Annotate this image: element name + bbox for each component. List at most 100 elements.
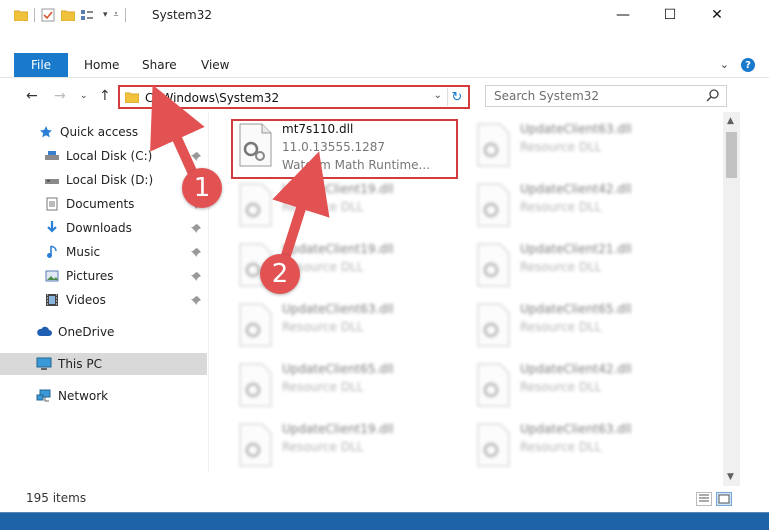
expand-ribbon-icon[interactable]: ⌄ (720, 58, 729, 71)
callout-step-2: 2 (260, 254, 300, 294)
pin-icon[interactable] (191, 295, 201, 309)
file-tile[interactable]: UpdateClient19.dll Resource DLL (234, 178, 464, 236)
sidebar-item-label: Music (66, 245, 101, 259)
pictures-icon (44, 268, 60, 284)
file-name: UpdateClient19.dll (282, 422, 394, 436)
sidebar-item-local-disk-c[interactable]: Local Disk (C:) (0, 145, 207, 167)
sidebar-item-local-disk-d[interactable]: Local Disk (D:) (0, 169, 207, 191)
pin-icon[interactable] (191, 247, 201, 261)
file-name: UpdateClient63.dll (520, 422, 632, 436)
properties-icon[interactable] (41, 8, 55, 22)
large-icons-view-icon[interactable] (716, 492, 732, 506)
tab-file[interactable]: File (14, 53, 68, 77)
file-type: Resource DLL (520, 440, 602, 454)
document-icon (44, 196, 60, 212)
file-tile[interactable]: UpdateClient63.dll Resource DLL (472, 418, 702, 474)
file-type: Resource DLL (520, 200, 602, 214)
customize-qat-icon[interactable]: ⩡ (114, 10, 119, 20)
cloud-icon (36, 324, 52, 340)
forward-arrow-icon[interactable]: → (54, 88, 66, 104)
file-name: UpdateClient65.dll (520, 302, 632, 316)
sidebar-item-label: Local Disk (D:) (66, 173, 154, 187)
file-tile[interactable]: UpdateClient21.dll Resource DLL (472, 238, 702, 296)
scroll-down-icon[interactable]: ▼ (727, 472, 734, 482)
file-type: Resource DLL (520, 140, 602, 154)
new-folder-icon[interactable] (61, 9, 75, 21)
refresh-icon[interactable]: ↻ (447, 88, 466, 106)
sidebar-item-label: Documents (66, 197, 135, 211)
download-icon (44, 220, 60, 236)
sidebar-item-quick-access[interactable]: Quick access (0, 121, 207, 143)
sidebar-item-music[interactable]: Music (0, 241, 207, 263)
callout-step-1: 1 (182, 168, 222, 208)
scroll-up-icon[interactable]: ▲ (727, 116, 734, 126)
sidebar-item-documents[interactable]: Documents (0, 193, 207, 215)
explorer-window: ▾ ⩡ System32 — ☐ ✕ File Home Share View … (0, 0, 769, 512)
address-bar[interactable]: C:\Windows\System32 ⌄ ↻ (118, 85, 470, 109)
drive-icon (44, 148, 60, 164)
computer-icon (36, 356, 52, 372)
star-icon (38, 124, 54, 140)
search-icon[interactable] (706, 88, 720, 102)
sidebar-item-pictures[interactable]: Pictures (0, 265, 207, 287)
dll-file-icon (477, 123, 510, 167)
sidebar-item-videos[interactable]: Videos (0, 289, 207, 311)
file-type: Resource DLL (520, 320, 602, 334)
sidebar-item-this-pc[interactable]: This PC (0, 353, 207, 375)
close-button[interactable]: ✕ (694, 0, 740, 30)
status-bar: 195 items (0, 486, 769, 510)
file-tile[interactable]: UpdateClient42.dll Resource DLL (472, 358, 702, 416)
scrollbar-thumb[interactable] (726, 132, 737, 178)
pin-icon[interactable] (191, 271, 201, 285)
address-path[interactable]: C:\Windows\System32 (145, 91, 279, 105)
file-type: Resource DLL (282, 200, 364, 214)
sidebar-item-onedrive[interactable]: OneDrive (0, 321, 207, 343)
navigation-pane: Quick access Local Disk (C:) Local Disk … (0, 118, 207, 468)
view-options-icon[interactable] (81, 9, 97, 21)
tab-view[interactable]: View (201, 53, 229, 77)
pin-icon[interactable] (191, 151, 201, 165)
dll-file-icon (239, 183, 272, 227)
recent-locations-icon[interactable]: ⌄ (80, 91, 88, 101)
file-tile[interactable]: UpdateClient63.dll Resource DLL (472, 118, 702, 176)
sidebar-item-label: OneDrive (58, 325, 115, 339)
dll-file-icon (239, 363, 272, 407)
dll-file-icon (239, 303, 272, 347)
file-tile[interactable]: UpdateClient65.dll Resource DLL (234, 358, 464, 416)
file-type: Resource DLL (282, 380, 364, 394)
folder-icon (14, 10, 28, 21)
file-tile[interactable]: UpdateClient63.dll Resource DLL (234, 298, 464, 356)
file-tile[interactable]: UpdateClient19.dll Resource DLL (234, 418, 464, 474)
help-icon[interactable]: ? (741, 58, 755, 72)
maximize-button[interactable]: ☐ (647, 0, 693, 30)
file-tile[interactable]: UpdateClient42.dll Resource DLL (472, 178, 702, 236)
sidebar-item-network[interactable]: Network (0, 385, 207, 407)
vertical-scrollbar[interactable]: ▲ ▼ (723, 112, 740, 486)
file-type: Resource DLL (282, 320, 364, 334)
sidebar-item-label: Downloads (66, 221, 132, 235)
pin-icon[interactable] (191, 223, 201, 237)
search-input[interactable]: Search System32 (485, 85, 727, 107)
minimize-button[interactable]: — (600, 0, 646, 30)
file-name: UpdateClient19.dll (282, 242, 394, 256)
file-tile[interactable]: UpdateClient65.dll Resource DLL (472, 298, 702, 356)
tab-share[interactable]: Share (142, 53, 177, 77)
folder-icon (125, 92, 139, 103)
qat-dropdown-icon[interactable]: ▾ (103, 10, 108, 20)
details-view-icon[interactable] (696, 492, 712, 506)
search-placeholder: Search System32 (494, 89, 600, 103)
up-arrow-icon[interactable]: ↑ (99, 88, 111, 104)
address-dropdown-icon[interactable]: ⌄ (434, 90, 442, 101)
sidebar-item-downloads[interactable]: Downloads (0, 217, 207, 239)
drive-icon (44, 172, 60, 188)
sidebar-item-label: Network (58, 389, 109, 403)
file-highlight-box (231, 119, 458, 179)
file-name: UpdateClient21.dll (520, 242, 632, 256)
videos-icon (44, 292, 60, 308)
sidebar-item-label: This PC (58, 357, 102, 371)
file-type: Resource DLL (282, 440, 364, 454)
tab-home[interactable]: Home (84, 53, 119, 77)
back-arrow-icon[interactable]: ← (26, 88, 38, 104)
file-name: UpdateClient19.dll (282, 182, 394, 196)
pane-divider[interactable] (208, 112, 209, 472)
